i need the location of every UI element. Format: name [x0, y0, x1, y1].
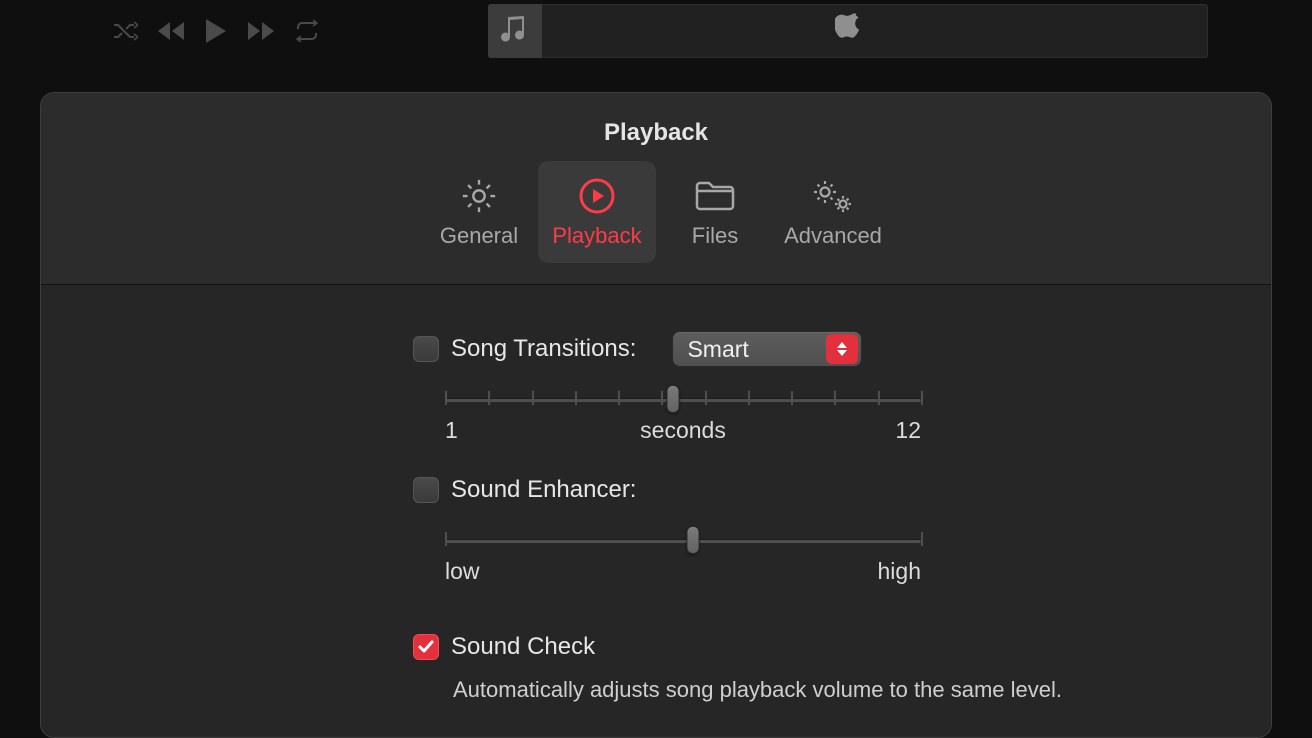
tab-playback[interactable]: Playback — [538, 161, 656, 263]
sound-check-label: Sound Check — [451, 633, 595, 661]
slider-center: seconds — [640, 417, 726, 444]
previous-icon[interactable] — [156, 20, 186, 42]
play-icon[interactable] — [204, 17, 228, 45]
chevron-up-down-icon — [826, 334, 858, 364]
tab-general[interactable]: General — [420, 161, 538, 263]
folder-icon — [694, 175, 736, 217]
enhancer-slider[interactable]: low high — [445, 528, 921, 585]
slider-min: 1 — [445, 417, 458, 444]
gears-icon — [810, 175, 856, 217]
transitions-slider[interactable]: 1 seconds 12 — [445, 387, 921, 444]
sound-enhancer-label: Sound Enhancer: — [451, 476, 636, 504]
apple-icon — [835, 14, 861, 49]
transitions-select[interactable]: Smart — [672, 331, 862, 367]
sound-check-description: Automatically adjusts song playback volu… — [453, 677, 1271, 703]
slider-min: low — [445, 558, 480, 585]
tab-label: Files — [692, 223, 738, 249]
shuffle-icon[interactable] — [112, 20, 138, 42]
slider-max: high — [878, 558, 921, 585]
song-transitions-label: Song Transitions: — [451, 335, 636, 363]
song-transitions-row: Song Transitions: Smart — [413, 329, 1271, 369]
sound-enhancer-checkbox[interactable] — [413, 477, 439, 503]
tabs: General Playback Files — [41, 161, 1271, 263]
slider-knob[interactable] — [667, 385, 680, 413]
lcd-panel — [488, 4, 1208, 58]
tab-label: Advanced — [784, 223, 882, 249]
sheet-body: Song Transitions: Smart — [41, 285, 1271, 703]
next-icon[interactable] — [246, 20, 276, 42]
playback-controls — [112, 17, 320, 45]
sound-enhancer-row: Sound Enhancer: — [413, 470, 1271, 510]
slider-knob[interactable] — [686, 526, 699, 554]
select-value: Smart — [673, 336, 826, 363]
play-circle-icon — [577, 175, 617, 217]
preferences-sheet: Playback General Playback — [40, 92, 1272, 738]
slider-max: 12 — [895, 417, 921, 444]
gear-icon — [460, 175, 498, 217]
tab-files[interactable]: Files — [656, 161, 774, 263]
tab-label: General — [440, 223, 518, 249]
repeat-icon[interactable] — [294, 20, 320, 42]
music-note-icon — [488, 4, 542, 58]
sheet-title: Playback — [41, 93, 1271, 147]
sound-check-row: Sound Check — [413, 627, 1271, 667]
song-transitions-checkbox[interactable] — [413, 336, 439, 362]
tab-advanced[interactable]: Advanced — [774, 161, 892, 263]
tab-label: Playback — [552, 223, 641, 249]
topbar — [0, 0, 1312, 62]
sound-check-checkbox[interactable] — [413, 634, 439, 660]
sheet-header: Playback General Playback — [41, 93, 1271, 285]
